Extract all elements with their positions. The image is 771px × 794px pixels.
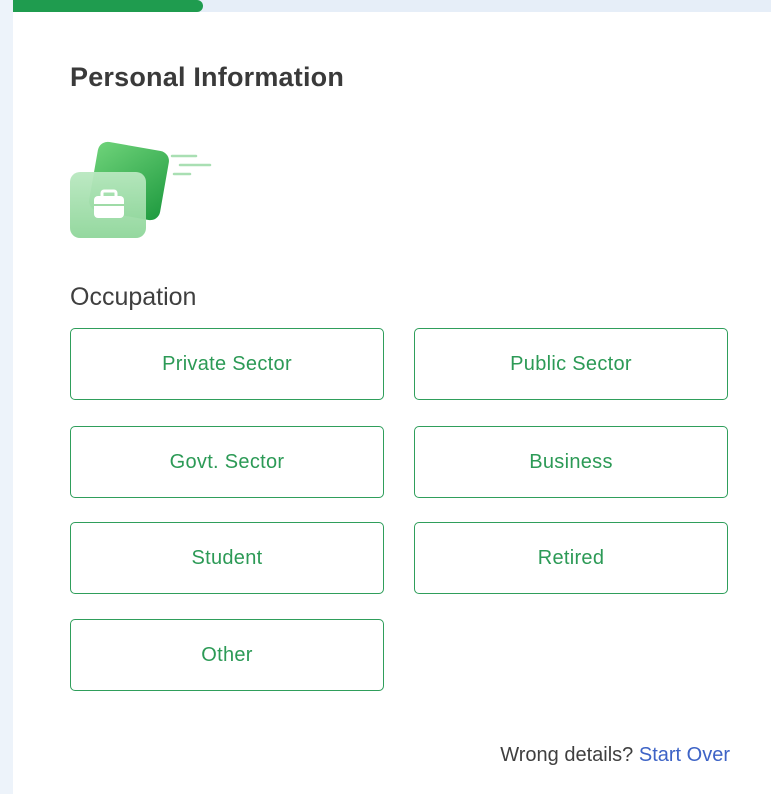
occupation-label: Occupation (70, 283, 197, 311)
option-govt-sector[interactable]: Govt. Sector (70, 426, 384, 498)
start-over-link[interactable]: Start Over (639, 744, 730, 766)
personal-info-card: Personal Information Occupation Private … (13, 12, 771, 794)
option-private-sector[interactable]: Private Sector (70, 328, 384, 400)
briefcase-card-icon (68, 140, 218, 240)
wrong-details-text: Wrong details? (500, 744, 634, 766)
page-title: Personal Information (70, 62, 345, 92)
progress-bar (13, 0, 771, 12)
option-business[interactable]: Business (414, 426, 728, 498)
option-student[interactable]: Student (70, 522, 384, 594)
option-other[interactable]: Other (70, 619, 384, 691)
option-public-sector[interactable]: Public Sector (414, 328, 728, 400)
footer: Wrong details? Start Over (500, 744, 730, 767)
option-retired[interactable]: Retired (414, 522, 728, 594)
progress-bar-fill (13, 0, 203, 12)
